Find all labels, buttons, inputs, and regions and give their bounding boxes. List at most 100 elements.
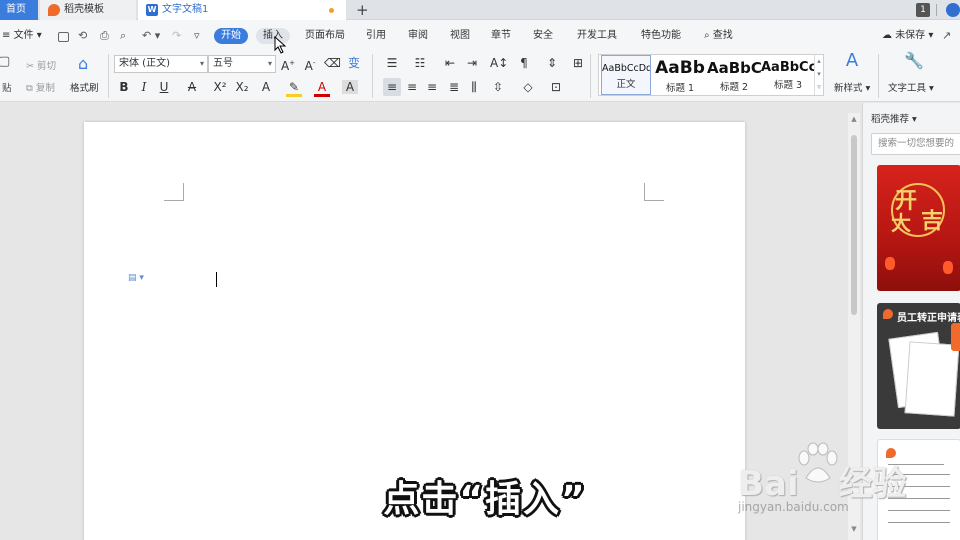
- docer-logo-icon: [883, 309, 893, 319]
- chevron-down-icon: ▾: [199, 59, 204, 68]
- file-menu[interactable]: ≡ 文件 ▾: [2, 28, 42, 44]
- style-label: 标题 3: [773, 80, 803, 91]
- wrench-icon[interactable]: 🔧: [904, 53, 924, 69]
- unsaved-label: 未保存: [895, 30, 926, 41]
- search-icon: ⌕: [704, 30, 710, 41]
- paste-button[interactable]: 贴: [2, 80, 12, 94]
- format-painter-button[interactable]: 格式刷: [70, 80, 99, 94]
- menu-row: ≡ 文件 ▾ ⟲ ⎙ ⌕ ↶ ▾ ↷ ▿ 开始 插入 页面布局 引用 审阅 视图…: [0, 24, 960, 48]
- borders-icon[interactable]: ⊡: [548, 80, 564, 94]
- template-search-input[interactable]: 搜索一切您想要的: [871, 133, 960, 155]
- highlight-icon[interactable]: ✎: [286, 80, 302, 97]
- tab-view[interactable]: 视图: [450, 28, 470, 44]
- tab-page-layout[interactable]: 页面布局: [305, 28, 345, 44]
- style-heading-1[interactable]: AaBb 标题 1: [653, 55, 707, 95]
- shading-fill-icon[interactable]: ◇: [520, 80, 536, 94]
- ribbon: ≡ 文件 ▾ ⟲ ⎙ ⌕ ↶ ▾ ↷ ▿ 开始 插入 页面布局 引用 审阅 视图…: [0, 20, 960, 102]
- tab-home-label: 首页: [6, 4, 26, 15]
- tab-start[interactable]: 开始: [214, 28, 248, 44]
- tab-references[interactable]: 引用: [366, 28, 386, 44]
- font-name-select[interactable]: 宋体 (正文) ▾: [114, 55, 208, 73]
- paragraph-spacing-icon[interactable]: ⇳: [490, 80, 506, 94]
- paste-icon[interactable]: ▢: [0, 54, 10, 69]
- style-heading-3[interactable]: AaBbCc 标题 3: [761, 55, 815, 95]
- copy-button[interactable]: ⧉ 复制: [26, 80, 55, 94]
- style-heading-2[interactable]: AaBbC 标题 2: [707, 55, 761, 95]
- window-count-badge[interactable]: 1: [916, 3, 930, 17]
- form-preview: [904, 341, 960, 417]
- scrollbar-thumb[interactable]: [851, 135, 857, 315]
- save-icon[interactable]: [58, 32, 69, 42]
- paragraph-layout-icon[interactable]: ▤ ▾: [128, 273, 144, 283]
- unsaved-status[interactable]: ☁ 未保存 ▾: [882, 28, 933, 44]
- show-marks-icon[interactable]: ¶: [516, 56, 532, 70]
- sort-icon[interactable]: A↕: [490, 56, 508, 70]
- find-button[interactable]: ⌕ 查找: [704, 28, 733, 44]
- decrease-font-icon[interactable]: A-: [302, 56, 318, 73]
- style-gallery-scroll[interactable]: ▴ ▾ ▿: [814, 55, 823, 95]
- align-center-icon[interactable]: ≡: [404, 80, 420, 94]
- font-size-select[interactable]: 五号 ▾: [208, 55, 276, 73]
- align-right-icon[interactable]: ≡: [424, 80, 440, 94]
- new-style-icon[interactable]: A: [842, 52, 862, 70]
- tab-document[interactable]: W 文字文稿1: [138, 0, 346, 20]
- redo-icon[interactable]: ↷: [172, 29, 181, 42]
- increase-indent-icon[interactable]: ⇥: [464, 56, 480, 70]
- text-cursor: [216, 272, 217, 287]
- tab-review[interactable]: 审阅: [408, 28, 428, 44]
- divider: [372, 54, 373, 98]
- superscript-icon[interactable]: X²: [212, 80, 228, 94]
- tab-special-features[interactable]: 特色功能: [641, 28, 681, 44]
- font-size-value: 五号: [213, 58, 233, 69]
- subscript-icon[interactable]: X₂: [234, 80, 250, 94]
- tab-developer[interactable]: 开发工具: [577, 28, 617, 44]
- undo-history-icon[interactable]: ⟲: [78, 29, 87, 42]
- numbered-list-icon[interactable]: ☷: [412, 56, 428, 70]
- margin-marker-top-left: [164, 183, 184, 201]
- account-globe-icon[interactable]: [946, 3, 960, 17]
- card-char: 吉: [921, 208, 944, 234]
- strikethrough-icon[interactable]: A: [184, 80, 200, 94]
- baidu-paw-icon: [798, 442, 838, 483]
- tab-chapter[interactable]: 章节: [491, 28, 511, 44]
- italic-button[interactable]: I: [136, 80, 152, 94]
- tab-templates[interactable]: 稻壳模板: [40, 0, 136, 20]
- lantern-icon: [943, 261, 953, 274]
- increase-font-icon[interactable]: A+: [280, 56, 296, 73]
- cloud-icon: ☁: [882, 30, 892, 41]
- char-shading-icon[interactable]: A: [342, 80, 358, 94]
- new-style-button[interactable]: 新样式 ▾: [834, 80, 870, 94]
- justify-icon[interactable]: ≣: [446, 80, 462, 94]
- line-spacing-icon[interactable]: ⇕: [544, 56, 560, 70]
- text-tools-button[interactable]: 文字工具 ▾: [888, 80, 934, 94]
- divider: [590, 54, 591, 98]
- tab-security[interactable]: 安全: [533, 28, 553, 44]
- bullet-list-icon[interactable]: ☰: [384, 56, 400, 70]
- tab-home[interactable]: 首页: [0, 0, 38, 20]
- phonetic-guide-icon[interactable]: 变: [346, 56, 362, 70]
- card-char: 大: [891, 211, 911, 235]
- bold-button[interactable]: B: [116, 80, 132, 94]
- template-card-new-year[interactable]: 开 大 吉: [877, 165, 960, 291]
- clear-format-icon[interactable]: ⌫: [324, 56, 341, 70]
- cut-button[interactable]: ✂ 剪切: [26, 58, 56, 72]
- style-sample: AaBbCc: [761, 60, 815, 75]
- new-tab-button[interactable]: +: [356, 0, 369, 20]
- format-painter-icon[interactable]: ⌂: [78, 54, 88, 73]
- distribute-icon[interactable]: ⫼: [466, 80, 482, 94]
- undo-icon[interactable]: ↶ ▾: [142, 29, 160, 42]
- style-normal[interactable]: AaBbCcDd 正文: [601, 55, 651, 95]
- print-preview-icon[interactable]: ⌕: [120, 29, 126, 43]
- share-icon[interactable]: ↗: [942, 29, 951, 42]
- accent-shape: [951, 323, 960, 351]
- customize-quick-access-icon[interactable]: ▿: [194, 29, 200, 42]
- decrease-indent-icon[interactable]: ⇤: [442, 56, 458, 70]
- table-border-icon[interactable]: ⊞: [570, 56, 586, 70]
- print-icon[interactable]: ⎙: [100, 29, 109, 43]
- underline-button[interactable]: U: [156, 80, 172, 94]
- font-color-icon[interactable]: A: [314, 80, 330, 97]
- template-card-employee-form[interactable]: 员工转正申请表: [877, 303, 960, 429]
- text-effect-icon[interactable]: A: [258, 80, 274, 94]
- scroll-up-icon[interactable]: ▲: [848, 115, 860, 123]
- toolbar: ▢ 贴 ✂ 剪切 ⧉ 复制 ⌂ 格式刷 宋体 (正文) ▾ 五号 ▾ A+ A- ⌫…: [0, 50, 960, 102]
